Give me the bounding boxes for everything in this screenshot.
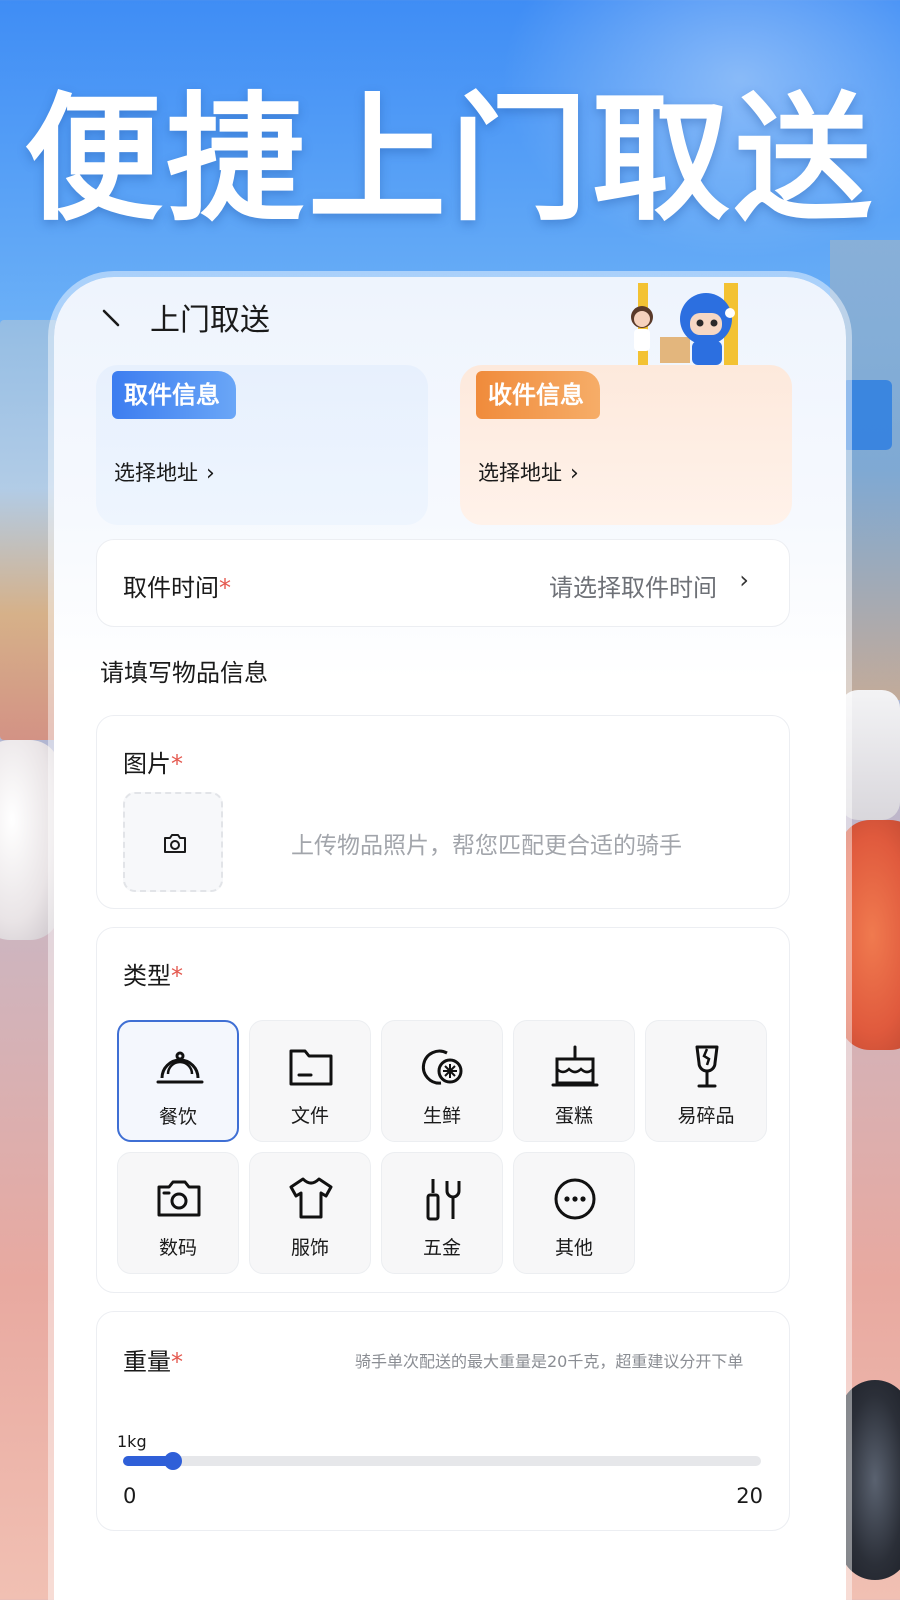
background-car <box>0 740 60 940</box>
pickup-time-label-text: 取件时间 <box>123 574 219 602</box>
type-option-label: 其他 <box>554 1237 593 1259</box>
chevron-right-icon: › <box>570 461 579 486</box>
tools-icon <box>426 1179 461 1221</box>
weight-label-text: 重量 <box>123 1348 171 1376</box>
fresh-produce-icon <box>421 1049 463 1085</box>
type-option-digital[interactable]: 数码 <box>117 1152 239 1274</box>
weight-card: 重量* 骑手单次配送的最大重量是20千克，超重建议分开下单 1kg 0 20 <box>96 1311 790 1531</box>
type-option-other[interactable]: 其他 <box>513 1152 635 1274</box>
type-option-label: 生鲜 <box>422 1105 461 1127</box>
required-mark: * <box>171 1348 183 1376</box>
receive-tag: 收件信息 <box>476 371 600 419</box>
type-option-label: 数码 <box>158 1237 197 1259</box>
camera-icon <box>164 834 186 853</box>
nav-bar: 上门取送 <box>54 277 846 367</box>
type-option-label: 蛋糕 <box>554 1105 593 1127</box>
pickup-time-row[interactable]: 取件时间* 请选择取件时间 › <box>96 539 790 627</box>
type-option-label: 餐饮 <box>158 1106 197 1128</box>
photo-card: 图片* 上传物品照片，帮您匹配更合适的骑手 <box>96 715 790 909</box>
type-card: 类型* 餐饮 文件 生鲜 蛋糕 易碎品 数码 服饰 五金 其他 <box>96 927 790 1293</box>
receive-address-card[interactable]: 收件信息 选择地址 › <box>460 365 792 525</box>
type-option-document[interactable]: 文件 <box>249 1020 371 1142</box>
required-mark: * <box>171 750 183 778</box>
required-mark: * <box>219 574 231 602</box>
photo-upload-button[interactable] <box>123 792 223 892</box>
hero-title: 便捷上门取送 <box>23 79 876 240</box>
type-label-text: 类型 <box>123 962 171 990</box>
cloche-icon <box>156 1051 204 1084</box>
back-arrow-icon[interactable] <box>100 305 124 329</box>
page-title: 上门取送 <box>150 303 270 338</box>
pickup-tag: 取件信息 <box>112 371 236 419</box>
pickup-address-card[interactable]: 取件信息 选择地址 › <box>96 365 428 525</box>
tshirt-icon <box>289 1177 333 1219</box>
camera-icon <box>157 1180 201 1217</box>
background-wheel <box>840 1380 900 1580</box>
photo-label: 图片* <box>123 744 183 779</box>
type-option-label: 易碎品 <box>677 1105 735 1127</box>
type-option-food[interactable]: 餐饮 <box>117 1020 239 1142</box>
pickup-select-address[interactable]: 选择地址 › <box>114 457 215 487</box>
type-option-label: 五金 <box>422 1237 461 1259</box>
weight-label: 重量* <box>123 1342 183 1377</box>
type-label: 类型* <box>123 956 183 991</box>
type-option-clothing[interactable]: 服饰 <box>249 1152 371 1274</box>
type-option-fresh[interactable]: 生鲜 <box>381 1020 503 1142</box>
folder-icon <box>289 1049 333 1086</box>
chevron-right-icon: › <box>206 461 215 486</box>
courier-mascot-illustration <box>631 283 738 367</box>
phone-screen: 上门取送 取件信息 选择地址 › 收件信息 选择地址 › 取件时间* 请选择取件… <box>54 277 846 1600</box>
fragile-glass-icon <box>695 1045 719 1088</box>
weight-min-label: 0 <box>123 1484 137 1508</box>
type-option-fragile[interactable]: 易碎品 <box>645 1020 767 1142</box>
cake-icon <box>551 1045 599 1087</box>
weight-slider[interactable] <box>123 1452 761 1470</box>
background-car <box>840 690 900 820</box>
type-option-label: 文件 <box>290 1105 329 1127</box>
receive-select-address[interactable]: 选择地址 › <box>478 457 579 487</box>
weight-slider-thumb[interactable] <box>164 1452 182 1470</box>
background-building <box>0 320 58 740</box>
photo-upload-hint: 上传物品照片，帮您匹配更合适的骑手 <box>291 833 682 859</box>
weight-max-label: 20 <box>736 1484 763 1508</box>
chevron-right-icon: › <box>739 566 749 594</box>
background-sign <box>842 380 892 450</box>
type-option-hardware[interactable]: 五金 <box>381 1152 503 1274</box>
item-info-section-title: 请填写物品信息 <box>100 659 268 687</box>
type-option-cake[interactable]: 蛋糕 <box>513 1020 635 1142</box>
pickup-time-label: 取件时间* <box>123 568 231 603</box>
type-option-label: 服饰 <box>290 1237 329 1259</box>
background-car <box>840 820 900 1050</box>
more-icon <box>554 1178 596 1220</box>
weight-current-value: 1kg <box>117 1432 147 1451</box>
required-mark: * <box>171 962 183 990</box>
photo-label-text: 图片 <box>123 750 171 778</box>
pickup-time-placeholder: 请选择取件时间 <box>549 574 717 602</box>
receive-select-label: 选择地址 <box>478 461 562 485</box>
pickup-select-label: 选择地址 <box>114 461 198 485</box>
weight-hint: 骑手单次配送的最大重量是20千克，超重建议分开下单 <box>355 1352 744 1371</box>
